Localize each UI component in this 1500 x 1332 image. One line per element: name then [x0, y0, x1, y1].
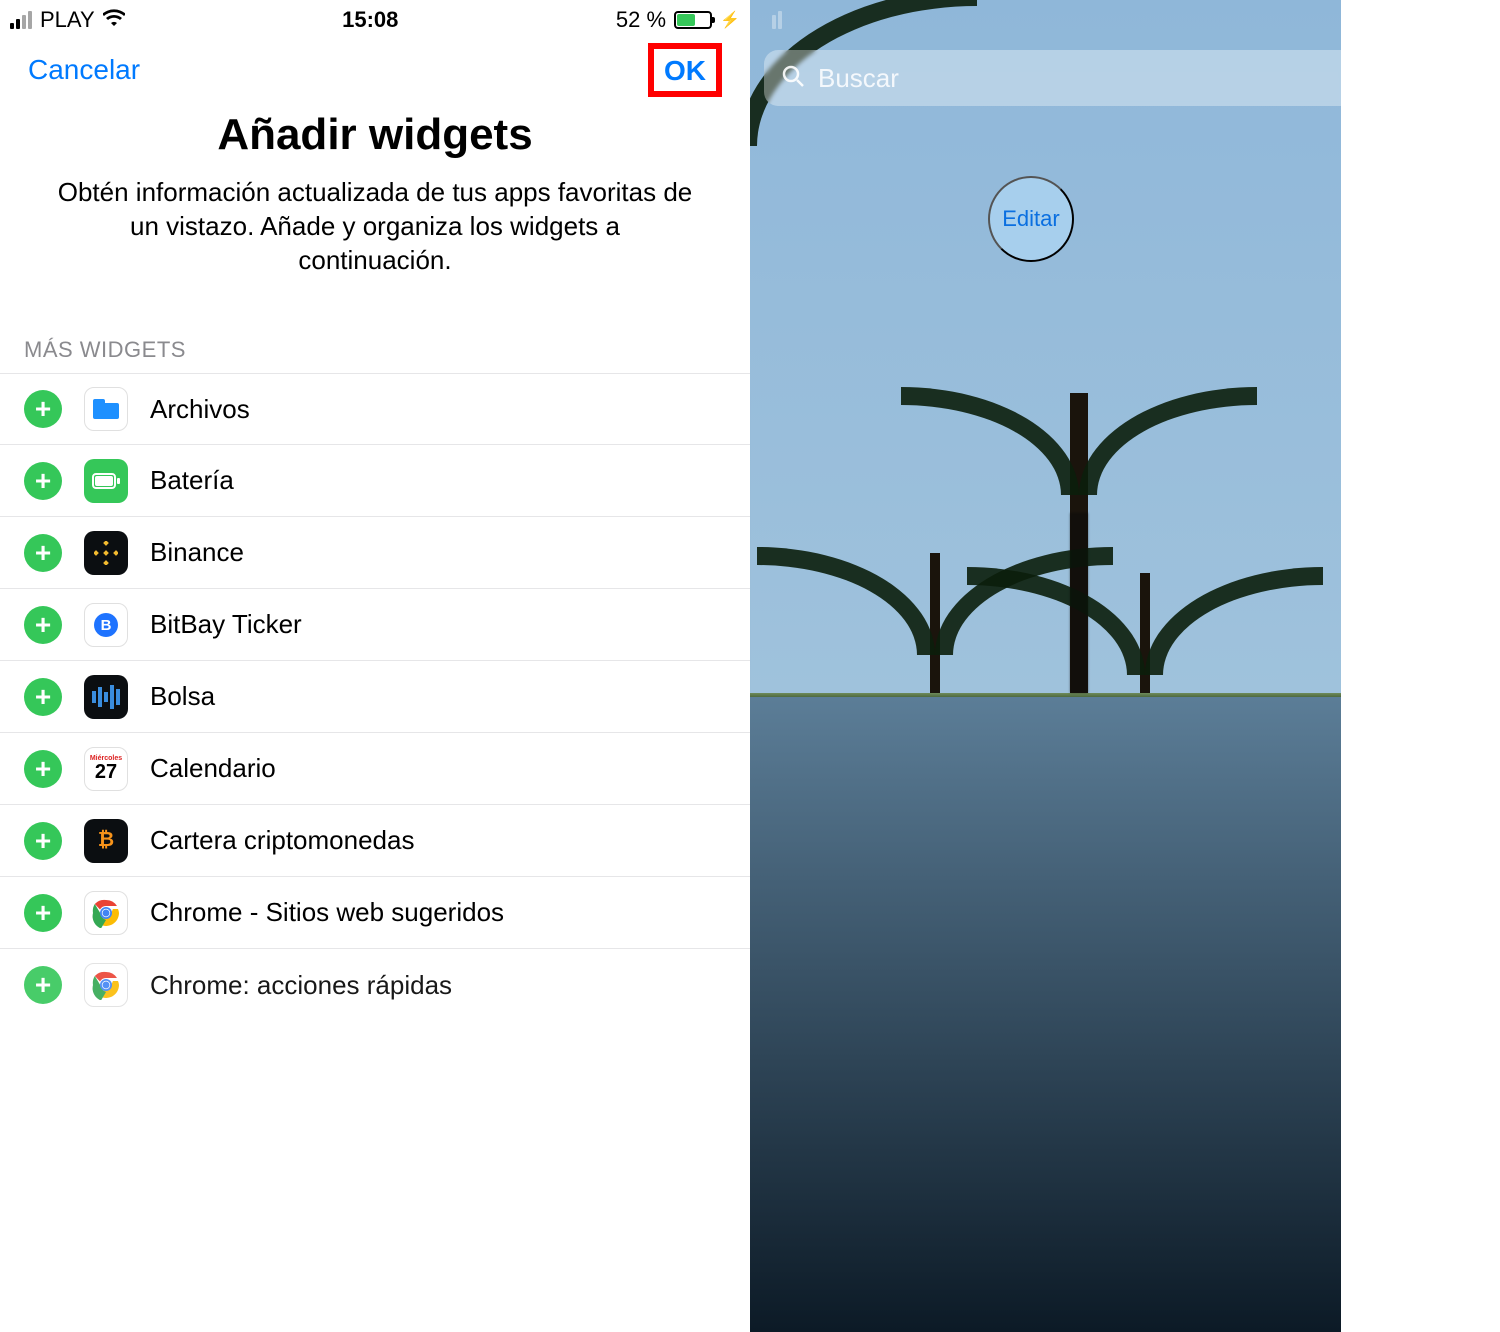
- binance-icon: [84, 531, 128, 575]
- widget-row-bateria[interactable]: + Batería: [0, 445, 750, 517]
- cancel-button[interactable]: Cancelar: [28, 54, 140, 86]
- widget-label: Archivos: [150, 394, 250, 425]
- battery-icon: [1424, 11, 1462, 29]
- ok-button[interactable]: OK: [648, 43, 722, 97]
- battery-icon: [674, 11, 712, 29]
- status-bar: PLAY 15:08 52 % ⚡: [0, 0, 750, 40]
- wallpaper: [750, 0, 1500, 1332]
- widget-row-chrome-actions[interactable]: + Chrome: acciones rápidas: [0, 949, 750, 1021]
- widget-row-calendario[interactable]: + Miércoles 27 Calendario: [0, 733, 750, 805]
- bitbay-icon: B: [84, 603, 128, 647]
- add-icon[interactable]: +: [24, 534, 62, 572]
- widget-label: BitBay Ticker: [150, 609, 302, 640]
- widget-row-binance[interactable]: + Binance: [0, 517, 750, 589]
- chrome-icon: [84, 891, 128, 935]
- add-icon[interactable]: +: [24, 822, 62, 860]
- clock-label: 15:08: [342, 7, 398, 33]
- mic-icon[interactable]: [1448, 63, 1468, 94]
- widget-row-bolsa[interactable]: + Bolsa: [0, 661, 750, 733]
- svg-text:B: B: [101, 617, 112, 634]
- dual-screenshot: PLAY 15:08 52 % ⚡ Cancelar OK Añadir wid…: [0, 0, 1500, 1332]
- battery-text: 52 %: [616, 7, 666, 33]
- signal-icon: [10, 11, 32, 29]
- calendar-icon: Miércoles 27: [84, 747, 128, 791]
- widget-label: Chrome: acciones rápidas: [150, 970, 452, 1001]
- widget-label: Chrome - Sitios web sugeridos: [150, 897, 504, 928]
- section-header: MÁS WIDGETS: [0, 337, 750, 373]
- widget-row-archivos[interactable]: + Archivos: [0, 373, 750, 445]
- page-title: Añadir widgets: [50, 110, 700, 160]
- add-icon[interactable]: +: [24, 966, 62, 1004]
- add-widgets-screen: PLAY 15:08 52 % ⚡ Cancelar OK Añadir wid…: [0, 0, 750, 1332]
- files-icon: [84, 387, 128, 431]
- widget-row-chrome-sites[interactable]: + Chrome - Sitios web sugeridos: [0, 877, 750, 949]
- widget-row-bitbay[interactable]: + B BitBay Ticker: [0, 589, 750, 661]
- add-icon[interactable]: +: [24, 390, 62, 428]
- today-view-screen: PLAY 15:08 52 % ⚡ Buscar Editar: [750, 0, 1500, 1332]
- cal-day: 27: [95, 762, 117, 782]
- add-icon[interactable]: +: [24, 606, 62, 644]
- search-placeholder: Buscar: [818, 63, 1434, 94]
- add-icon[interactable]: +: [24, 750, 62, 788]
- search-icon: [782, 65, 804, 92]
- add-icon[interactable]: +: [24, 894, 62, 932]
- widget-label: Batería: [150, 465, 234, 496]
- stocks-icon: [84, 675, 128, 719]
- widgets-list: + Archivos + Batería + Binance: [0, 373, 750, 1021]
- widget-label: Binance: [150, 537, 244, 568]
- carrier-label: PLAY: [40, 7, 95, 33]
- charging-icon: ⚡: [720, 10, 740, 30]
- widget-label: Cartera criptomonedas: [150, 825, 414, 856]
- bitcoin-icon: ₿: [84, 819, 128, 863]
- edit-button[interactable]: Editar: [988, 176, 1074, 262]
- add-icon[interactable]: +: [24, 678, 62, 716]
- wifi-icon: [103, 9, 125, 31]
- widget-label: Bolsa: [150, 681, 215, 712]
- widget-row-cartera-cripto[interactable]: + ₿ Cartera criptomonedas: [0, 805, 750, 877]
- page-subtitle: Obtén información actualizada de tus app…: [50, 176, 700, 277]
- battery-icon: [84, 459, 128, 503]
- widget-label: Calendario: [150, 753, 276, 784]
- chrome-icon: [84, 963, 128, 1007]
- nav-bar: Cancelar OK: [0, 40, 750, 100]
- search-field[interactable]: Buscar: [764, 50, 1486, 106]
- add-icon[interactable]: +: [24, 462, 62, 500]
- header: Añadir widgets Obtén información actuali…: [0, 100, 750, 337]
